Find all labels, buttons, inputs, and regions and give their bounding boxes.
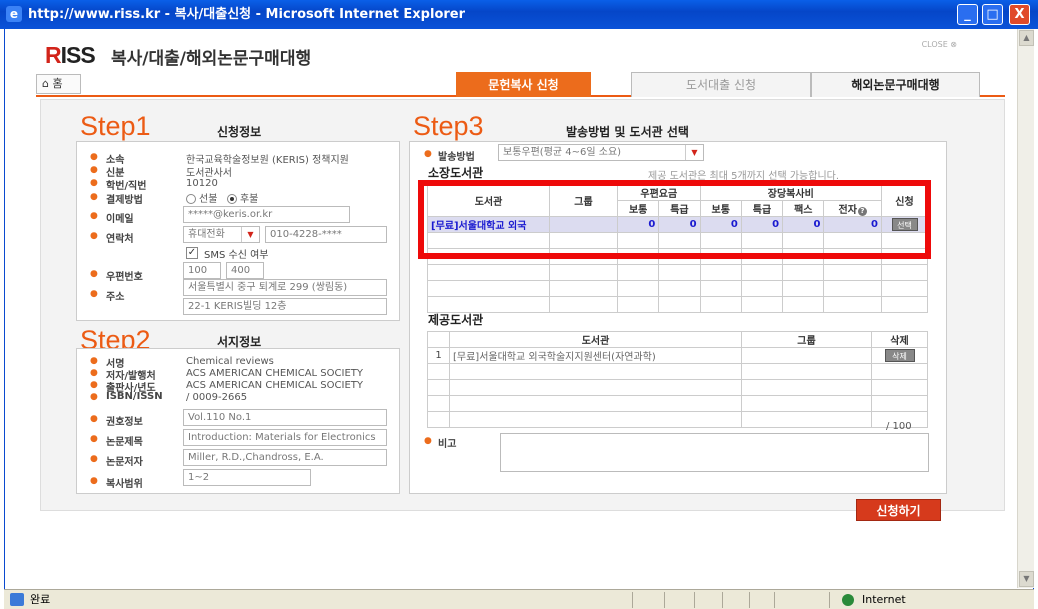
step1-heading: Step1 bbox=[80, 111, 151, 141]
tab-bar: ⌂ 홈 문헌복사 신청 도서대출 신청 해외논문구매대행 bbox=[36, 72, 1005, 97]
bib-value-author: ACS AMERICAN CHEMICAL SOCIETY bbox=[186, 368, 363, 379]
step3-heading: Step3 bbox=[413, 111, 484, 141]
tab-overseas-purchase[interactable]: 해외논문구매대행 bbox=[811, 72, 980, 97]
email-label: 이메일 bbox=[106, 214, 134, 225]
bib-value-title: Chemical reviews bbox=[186, 356, 274, 367]
ie-icon: e bbox=[6, 6, 22, 22]
provide-libraries-table: 도서관 그룹 삭제 1 [무료]서울대학교 외국학술지지원센터(자연과학) 삭제 bbox=[427, 331, 928, 428]
chevron-down-icon: ▼ bbox=[241, 227, 259, 242]
tab-copy-request[interactable]: 문헌복사 신청 bbox=[456, 72, 591, 97]
close-popup-button[interactable]: CLOSE ⊗ bbox=[922, 40, 957, 49]
address-field-1[interactable]: 서울특별시 중구 퇴계로 299 (쌍림동) bbox=[183, 279, 387, 296]
table-row: 1 [무료]서울대학교 외국학술지지원센터(자연과학) 삭제 bbox=[427, 347, 928, 364]
riss-logo: RISS bbox=[45, 42, 96, 68]
bib-value-issn: / 0009-2665 bbox=[186, 392, 248, 403]
scroll-down-icon[interactable]: ▼ bbox=[1019, 571, 1034, 587]
chevron-down-icon: ▼ bbox=[685, 145, 703, 160]
window-title: http://www.riss.kr - 복사/대출신청 - Microsoft… bbox=[28, 7, 466, 22]
zip-field-1[interactable]: 100 bbox=[183, 262, 221, 279]
bib-label-issn: ISBN/ISSN bbox=[106, 391, 163, 402]
status-bar: 완료 Internet bbox=[4, 589, 1034, 609]
minimize-button[interactable]: _ bbox=[957, 4, 978, 25]
vol-label: 권호정보 bbox=[106, 417, 143, 428]
step1-title: 신청정보 bbox=[217, 125, 262, 139]
provide-libraries-heading: 제공도서관 bbox=[428, 313, 484, 327]
paper-author-label: 논문저자 bbox=[106, 457, 143, 468]
delete-library-button[interactable]: 삭제 bbox=[884, 349, 915, 362]
page-title: 복사/대출/해외논문구매대행 bbox=[111, 49, 312, 69]
zone-text: Internet bbox=[862, 593, 906, 606]
home-button[interactable]: ⌂ 홈 bbox=[36, 74, 81, 94]
globe-icon bbox=[842, 594, 854, 606]
zip-field-2[interactable]: 400 bbox=[226, 262, 264, 279]
copy-range-field[interactable]: 1~2 bbox=[183, 469, 311, 486]
window-titlebar: e http://www.riss.kr - 복사/대출신청 - Microso… bbox=[0, 0, 1038, 29]
contact-type-select[interactable]: 휴대전화 ▼ bbox=[183, 226, 260, 243]
email-field[interactable]: *****@keris.or.kr bbox=[183, 206, 350, 223]
remark-textarea[interactable] bbox=[500, 433, 929, 472]
vol-field[interactable]: Vol.110 No.1 bbox=[183, 409, 387, 426]
status-value: 도서관사서 bbox=[186, 168, 232, 179]
radio-postpay[interactable] bbox=[226, 194, 237, 204]
holding-libraries-heading: 소장도서관 bbox=[428, 166, 484, 180]
phone-field[interactable]: 010-4228-**** bbox=[265, 226, 387, 243]
scroll-up-icon[interactable]: ▲ bbox=[1019, 30, 1034, 46]
bib-value-publisher: ACS AMERICAN CHEMICAL SOCIETY bbox=[186, 380, 363, 391]
pay-options: 선불 후불 bbox=[186, 190, 258, 205]
page-icon bbox=[10, 593, 24, 606]
id-value: 10120 bbox=[186, 178, 218, 189]
step3-title: 발송방법 및 도서관 선택 bbox=[566, 125, 689, 139]
zip-label: 우편번호 bbox=[106, 272, 143, 283]
sms-label: SMS 수신 여부 bbox=[204, 250, 269, 261]
address-field-2[interactable]: 22-1 KERIS빌딩 12층 bbox=[183, 298, 387, 315]
char-counter: / 100 bbox=[886, 421, 912, 432]
remark-label: 비고 bbox=[438, 439, 457, 450]
paper-title-label: 논문제목 bbox=[106, 437, 143, 448]
addr-label: 주소 bbox=[106, 292, 125, 303]
id-label: 학번/직번 bbox=[106, 181, 147, 192]
highlight-box bbox=[418, 180, 931, 259]
copy-range-label: 복사범위 bbox=[106, 479, 143, 490]
pay-label: 결제방법 bbox=[106, 195, 143, 206]
submit-request-button[interactable]: 신청하기 bbox=[856, 499, 941, 521]
paper-author-field[interactable]: Miller, R.D.,Chandross, E.A. bbox=[183, 449, 387, 466]
maximize-button[interactable]: □ bbox=[982, 4, 1003, 25]
contact-label: 연락처 bbox=[106, 234, 134, 245]
status-text: 완료 bbox=[30, 593, 51, 606]
close-window-button[interactable]: X bbox=[1009, 4, 1030, 25]
ship-method-select[interactable]: 보통우편(평균 4~6일 소요) ▼ bbox=[498, 144, 704, 161]
tab-loan-request[interactable]: 도서대출 신청 bbox=[631, 72, 811, 97]
sms-checkbox[interactable]: ✓ bbox=[186, 247, 198, 259]
paper-title-field[interactable]: Introduction: Materials for Electronics bbox=[183, 429, 387, 446]
vertical-scrollbar[interactable]: ▲ ▼ bbox=[1017, 29, 1034, 588]
radio-prepay[interactable] bbox=[186, 194, 196, 204]
ship-label: 발송방법 bbox=[438, 152, 475, 163]
